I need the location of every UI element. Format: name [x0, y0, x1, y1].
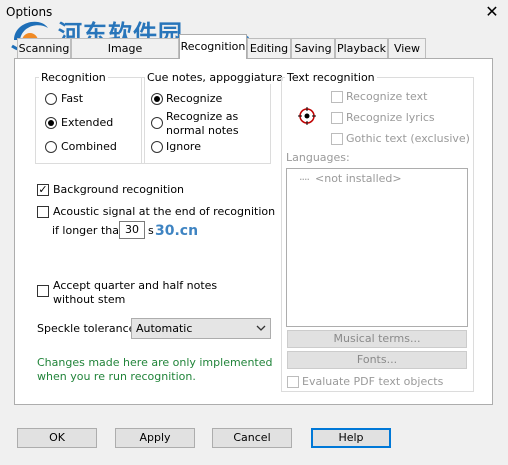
- tab-editing[interactable]: Editing: [247, 38, 291, 58]
- evaluate-pdf-label: Evaluate PDF text objects: [302, 375, 444, 388]
- recognize-text-label: Recognize text: [346, 90, 428, 103]
- radio-ignore[interactable]: [151, 141, 163, 153]
- acoustic-signal-checkbox[interactable]: [37, 206, 49, 218]
- tab-image-optimization[interactable]: Image Optimization: [71, 38, 179, 75]
- ocr-target-icon: [298, 107, 316, 125]
- radio-combined-label: Combined: [61, 140, 117, 153]
- apply-button[interactable]: Apply: [115, 428, 195, 448]
- radio-combined[interactable]: [45, 141, 57, 153]
- radio-recognize-normal-label: Recognize as normal notes: [166, 110, 239, 137]
- radio-extended[interactable]: [45, 117, 57, 129]
- help-button[interactable]: Help: [311, 428, 391, 448]
- radio-extended-label: Extended: [61, 116, 114, 129]
- background-recognition-checkbox[interactable]: ✓: [37, 184, 49, 196]
- musical-terms-button[interactable]: Musical terms...: [287, 330, 467, 348]
- radio-fast-label: Fast: [61, 92, 84, 105]
- tab-scanning[interactable]: Scanning: [17, 38, 71, 58]
- close-icon[interactable]: ✕: [483, 3, 501, 21]
- radio-recognize-label: Recognize: [166, 92, 223, 105]
- cue-notes-group-title: Cue notes, appoggiatura: [145, 71, 286, 84]
- radio-fast[interactable]: [45, 93, 57, 105]
- chevron-down-icon: [256, 325, 266, 331]
- languages-label: Languages:: [286, 151, 350, 164]
- speckle-label: Speckle tolerance:: [37, 322, 140, 335]
- gothic-text-label: Gothic text (exclusive): [346, 132, 470, 145]
- tree-connector: ····: [299, 173, 310, 186]
- evaluate-pdf-checkbox[interactable]: [287, 376, 299, 388]
- fonts-button[interactable]: Fonts...: [287, 351, 467, 369]
- radio-ignore-label: Ignore: [166, 140, 201, 153]
- acoustic-signal-label: Acoustic signal at the end of recognitio…: [53, 205, 276, 218]
- tab-view[interactable]: View: [388, 38, 426, 58]
- window-title: Options: [6, 5, 53, 19]
- quarter-half-notes-checkbox[interactable]: [37, 285, 49, 297]
- tab-saving[interactable]: Saving: [291, 38, 335, 58]
- languages-list[interactable]: ···· <not installed>: [286, 168, 468, 327]
- speckle-dropdown[interactable]: Automatic: [131, 318, 271, 339]
- recognize-text-checkbox[interactable]: [331, 91, 343, 103]
- cancel-button[interactable]: Cancel: [212, 428, 292, 448]
- recognition-note: Changes made here are only implemented w…: [37, 356, 273, 383]
- recognition-panel: Recognition Fast Extended Combined Cue n…: [14, 58, 493, 405]
- radio-recognize-normal[interactable]: [151, 117, 163, 129]
- text-recognition-title: Text recognition: [285, 71, 377, 84]
- tab-playback[interactable]: Playback: [335, 38, 388, 58]
- speckle-value: Automatic: [136, 322, 193, 335]
- languages-item[interactable]: <not installed>: [315, 172, 402, 186]
- recognize-lyrics-checkbox[interactable]: [331, 112, 343, 124]
- gothic-text-checkbox[interactable]: [331, 133, 343, 145]
- tab-recognition[interactable]: Recognition: [179, 34, 247, 59]
- radio-recognize[interactable]: [151, 93, 163, 105]
- recognize-lyrics-label: Recognize lyrics: [346, 111, 435, 124]
- recognition-group-title: Recognition: [39, 71, 108, 84]
- acoustic-seconds-unit: s: [148, 224, 154, 237]
- quarter-half-notes-label: Accept quarter and half notes without st…: [53, 279, 218, 306]
- acoustic-signal-prefix: if longer than: [52, 224, 126, 237]
- background-recognition-label: Background recognition: [53, 183, 185, 196]
- watermark-url-fragment: 30.cn: [155, 223, 199, 239]
- ok-button[interactable]: OK: [17, 428, 97, 448]
- acoustic-seconds-input[interactable]: 30: [119, 221, 145, 239]
